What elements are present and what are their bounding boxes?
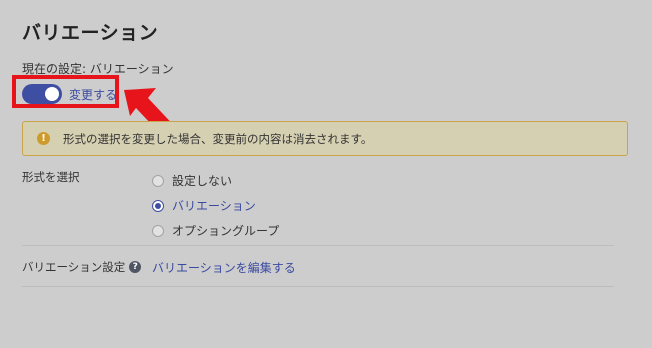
radio-option-option-group[interactable]: オプショングループ [152,218,279,243]
divider [22,286,614,287]
info-icon: ! [37,132,50,145]
toggle-knob [45,87,59,101]
format-radio-group: 設定しない バリエーション オプショングループ [152,168,279,243]
radio-button[interactable] [152,224,164,237]
radio-button[interactable] [152,174,164,187]
current-setting-text: 現在の設定: バリエーション [22,62,174,76]
change-toggle-label[interactable]: 変更する [69,86,117,103]
change-toggle-row[interactable]: 変更する [22,84,117,104]
radio-option-variation[interactable]: バリエーション [152,193,279,218]
edit-variation-link[interactable]: バリエーションを編集する [152,259,296,276]
warning-text: 形式の選択を変更した場合、変更前の内容は消去されます。 [63,131,373,146]
variation-setting-label-text: バリエーション設定 [22,260,126,274]
radio-button[interactable] [152,199,164,212]
radio-label[interactable]: 設定しない [172,172,232,189]
radio-label[interactable]: バリエーション [172,197,256,214]
divider [22,245,614,246]
warning-banner: ! 形式の選択を変更した場合、変更前の内容は消去されます。 [22,121,628,156]
format-select-label: 形式を選択 [22,170,80,184]
radio-label[interactable]: オプショングループ [172,222,279,239]
radio-option-none[interactable]: 設定しない [152,168,279,193]
change-toggle[interactable] [22,84,62,104]
question-icon[interactable]: ? [129,261,142,273]
variation-setting-label: バリエーション設定 ? [22,259,142,275]
page-title: バリエーション [22,22,159,44]
